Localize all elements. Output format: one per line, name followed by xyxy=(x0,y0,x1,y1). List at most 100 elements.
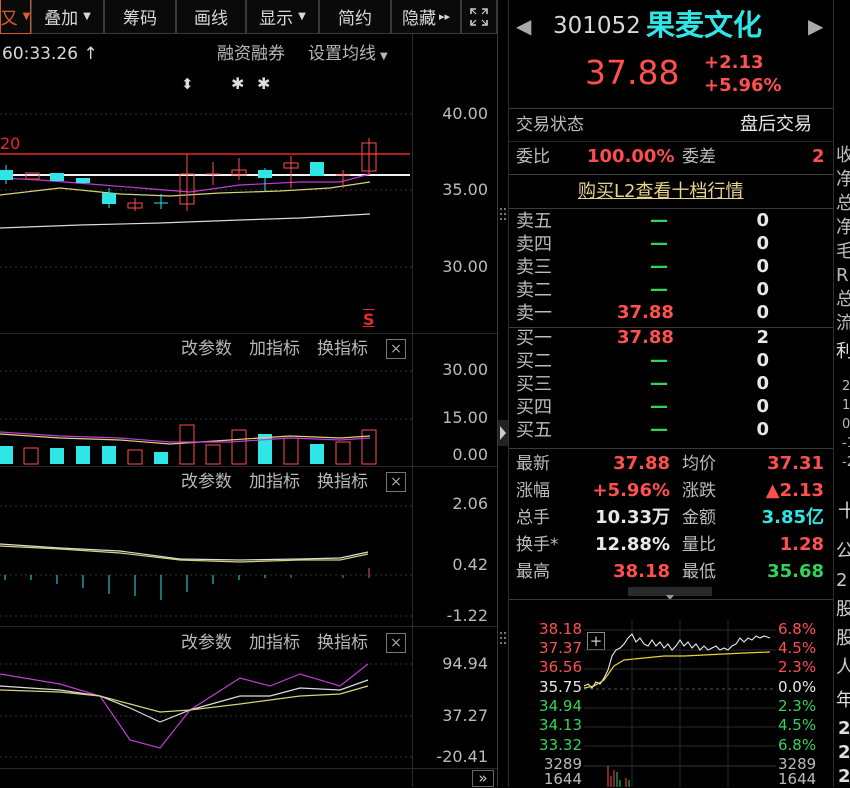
intraday-right-tick: 4.5% xyxy=(778,716,817,734)
order-level-price: — xyxy=(650,233,668,254)
order-level-price: — xyxy=(650,279,668,300)
chevron-down-icon: ▼ xyxy=(22,11,31,22)
side-header: 十 xyxy=(838,501,850,522)
stat-label: 最低 xyxy=(682,562,716,582)
side-label: 总 xyxy=(836,193,850,214)
y-tick: 30.00 xyxy=(442,360,488,379)
panel-separator xyxy=(0,466,497,467)
intraday-right-tick: 2.3% xyxy=(778,697,817,715)
side-label: 人 xyxy=(836,657,850,678)
order-level-volume: 0 xyxy=(756,233,769,254)
indicator3-switch-button[interactable]: 换指标 xyxy=(317,635,368,652)
indicator1-switch-button[interactable]: 换指标 xyxy=(317,341,368,358)
l2-purchase-link[interactable]: 购买L2查看十档行情 xyxy=(578,183,743,201)
close-icon[interactable]: × xyxy=(386,339,406,359)
order-level-label: 卖三 xyxy=(516,257,552,278)
event-marker-icon[interactable]: ✱ xyxy=(231,76,244,92)
stat-value: 10.33万 xyxy=(595,507,670,528)
macd-chart[interactable] xyxy=(0,496,412,626)
double-arrow-icon: ▸▸ xyxy=(438,10,451,23)
intraday-right-tick: 2.3% xyxy=(778,658,817,676)
overlay-button[interactable]: 叠加 ▼ xyxy=(31,0,104,34)
order-level-volume: 2 xyxy=(756,327,769,348)
stat-value: 37.31 xyxy=(767,453,824,474)
stat-value: 38.18 xyxy=(613,561,670,582)
trade-status-value: 盘后交易 xyxy=(740,114,812,135)
intraday-left-tick: 34.94 xyxy=(539,697,582,715)
ma-settings-button[interactable]: 设置均线 ▼ xyxy=(308,46,388,63)
event-marker-icon[interactable]: ✱ xyxy=(257,76,270,92)
y-tick: 35.00 xyxy=(442,180,488,199)
side-header: 利 xyxy=(836,341,850,362)
intraday-right-tick: 1644 xyxy=(778,770,817,788)
volume-chart[interactable] xyxy=(0,366,412,466)
collapse-handle[interactable] xyxy=(498,420,508,446)
chevron-down-icon: ▼ xyxy=(298,11,306,22)
price-change: +2.13 xyxy=(704,52,764,73)
intraday-right-tick: 6.8% xyxy=(778,620,817,638)
side-label: 2 xyxy=(838,718,850,739)
stat-label: 最高 xyxy=(516,562,550,582)
drag-handle-icon[interactable] xyxy=(499,630,507,644)
side-value: 2 xyxy=(842,379,850,394)
chips-button[interactable]: 筹码 xyxy=(104,0,176,34)
indicator2-switch-button[interactable]: 换指标 xyxy=(317,474,368,491)
simple-button[interactable]: 简约 xyxy=(319,0,391,34)
stock-name: 果麦文化 xyxy=(646,8,763,42)
side-label: 净 xyxy=(836,217,850,238)
next-stock-icon[interactable]: ▶ xyxy=(808,16,823,36)
indicator1-add-button[interactable]: 加指标 xyxy=(249,341,300,358)
close-icon[interactable]: × xyxy=(386,472,406,492)
toolbar-item-0[interactable]: 又 ▼ xyxy=(0,0,31,34)
side-label: 股 xyxy=(836,599,850,620)
order-level-price: — xyxy=(650,419,668,440)
stat-value: +5.96% xyxy=(592,480,670,501)
order-level-label: 买二 xyxy=(516,351,552,372)
close-icon[interactable]: × xyxy=(386,633,406,653)
stat-label: 量比 xyxy=(682,535,716,555)
stat-label: 换手* xyxy=(516,535,559,555)
y-tick: 2.06 xyxy=(452,494,488,513)
order-level-label: 买一 xyxy=(516,328,552,349)
side-header: 年 xyxy=(836,690,850,711)
order-level-label: 买五 xyxy=(516,420,552,441)
side-value: 1 xyxy=(842,398,850,413)
commission-diff-label: 委差 xyxy=(682,147,716,167)
display-button[interactable]: 显示 ▼ xyxy=(246,0,319,34)
order-level-label: 卖二 xyxy=(516,280,552,301)
intraday-left-tick: 38.18 xyxy=(539,620,582,638)
order-level-volume: 0 xyxy=(756,419,769,440)
prev-stock-icon[interactable]: ◀ xyxy=(516,16,531,36)
indicator3-params-button[interactable]: 改参数 xyxy=(181,635,232,652)
collapse-toggle[interactable] xyxy=(628,587,712,600)
stat-label: 总手 xyxy=(516,508,550,528)
y-tick: 94.94 xyxy=(442,654,488,673)
margin-trading-button[interactable]: 融资融券 xyxy=(217,46,285,63)
drag-handle-icon[interactable] xyxy=(499,206,507,220)
signal-s-marker[interactable]: S xyxy=(363,312,375,328)
order-level-label: 卖一 xyxy=(516,303,552,324)
hide-button[interactable]: 隐藏 ▸▸ xyxy=(391,0,461,34)
chart-time-readout: 60:33.26 ↑ xyxy=(2,44,98,64)
side-value: -1 xyxy=(842,436,850,451)
scroll-right-button[interactable]: » xyxy=(472,770,494,787)
side-label: R xyxy=(836,265,849,286)
ma-line-yellow xyxy=(0,181,371,197)
event-marker-icon[interactable]: ⬍ xyxy=(181,77,194,92)
intraday-right-tick: 0.0% xyxy=(778,678,817,696)
indicator2-add-button[interactable]: 加指标 xyxy=(249,474,300,491)
stat-label: 涨幅 xyxy=(516,481,550,501)
panel-separator xyxy=(0,626,497,627)
side-label: 公 xyxy=(836,541,850,562)
draw-line-button[interactable]: 画线 xyxy=(176,0,246,34)
indicator2-params-button[interactable]: 改参数 xyxy=(181,474,232,491)
fullscreen-button[interactable] xyxy=(461,0,497,34)
fullscreen-icon xyxy=(470,7,488,26)
intraday-chart[interactable] xyxy=(584,620,776,787)
order-level-label: 卖四 xyxy=(516,234,552,255)
candlestick-chart[interactable] xyxy=(0,70,412,332)
indicator3-add-button[interactable]: 加指标 xyxy=(249,635,300,652)
indicator1-params-button[interactable]: 改参数 xyxy=(181,341,232,358)
kdj-chart[interactable] xyxy=(0,656,412,768)
y-tick: 40.00 xyxy=(442,104,488,123)
